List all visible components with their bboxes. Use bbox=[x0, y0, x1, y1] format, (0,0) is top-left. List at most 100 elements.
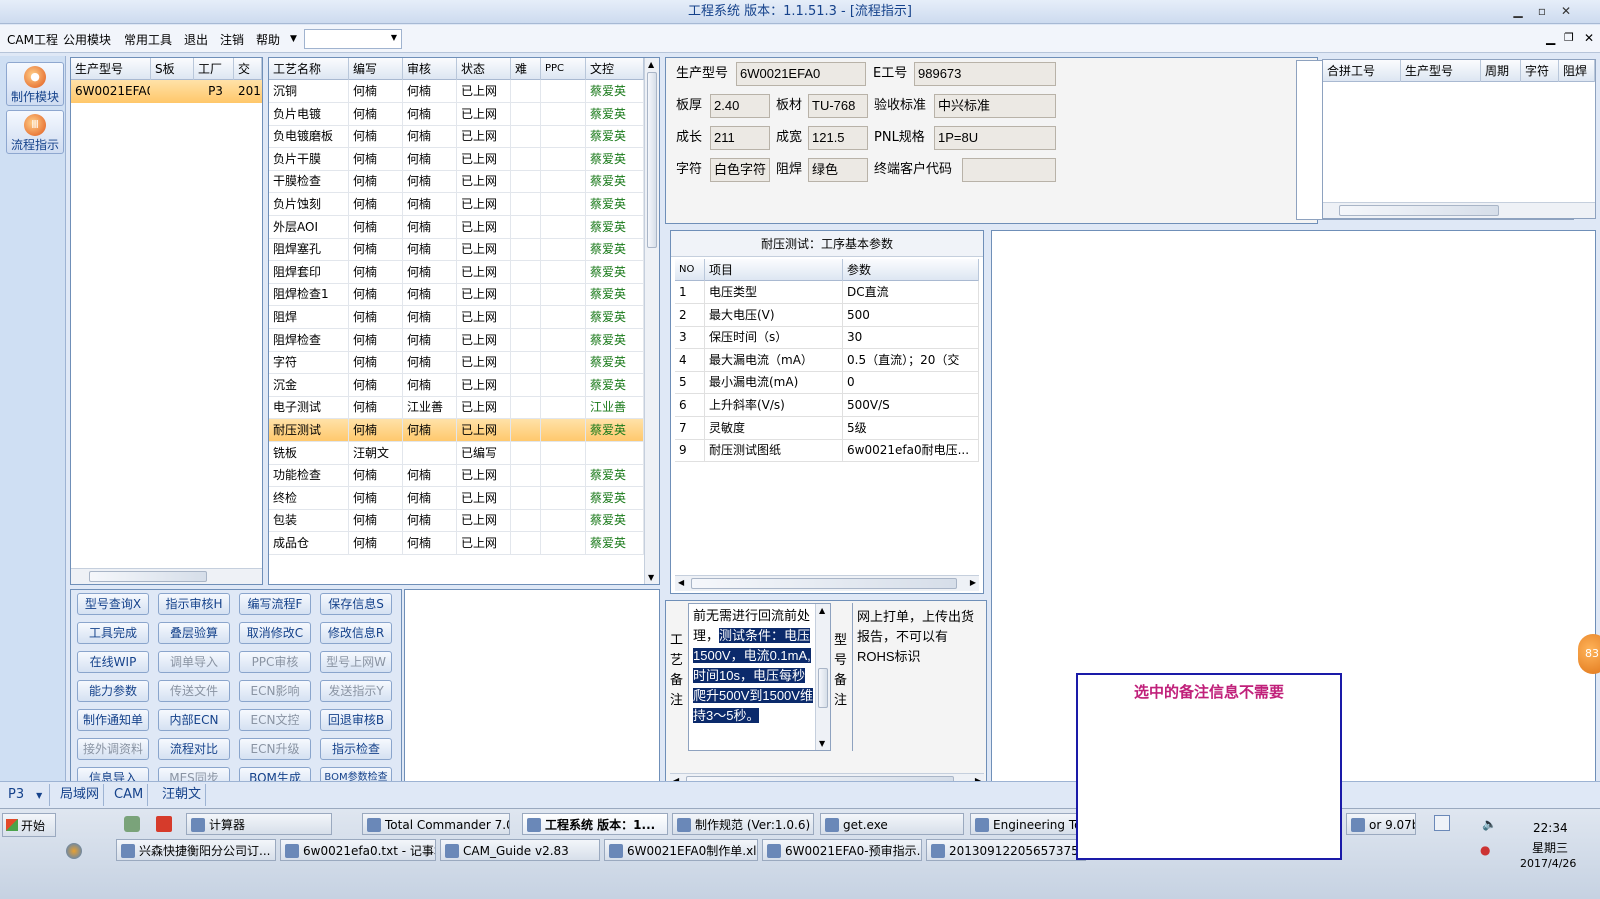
mdi-restore-icon[interactable]: ❐ bbox=[1564, 31, 1574, 44]
table-row[interactable]: 6W0021EFA0 P3 2017 bbox=[71, 80, 262, 103]
action-button[interactable]: 流程对比 bbox=[158, 738, 230, 760]
table-row[interactable]: 电子测试 何楠 江业善 已上网 江业善 bbox=[269, 396, 644, 420]
scroll-thumb[interactable] bbox=[1339, 205, 1499, 216]
column-header[interactable]: 文控 bbox=[586, 58, 644, 80]
taskbar-item[interactable]: 20130912205657375.rtf... bbox=[926, 839, 1086, 861]
action-button[interactable]: 制作通知单 bbox=[77, 709, 149, 731]
table-row[interactable]: 阻焊检查1 何楠 何楠 已上网 蔡爱英 bbox=[269, 283, 644, 307]
action-button[interactable]: 型号上网W bbox=[320, 651, 392, 673]
menu-combo[interactable]: ▼ bbox=[304, 29, 402, 49]
table-row[interactable]: 外层AOI 何楠 何楠 已上网 蔡爱英 bbox=[269, 215, 644, 239]
scroll-down-icon[interactable]: ▼ bbox=[819, 739, 825, 748]
action-button[interactable]: 发送指示Y bbox=[320, 680, 392, 702]
table-row[interactable]: 阻焊检查 何楠 何楠 已上网 蔡爱英 bbox=[269, 328, 644, 352]
action-button[interactable]: 在线WIP bbox=[77, 651, 149, 673]
table-row[interactable]: 9 耐压测试图纸 6w0021efa0耐电压... bbox=[675, 439, 979, 463]
menu-logout[interactable]: 注销 bbox=[220, 31, 244, 48]
action-button[interactable]: ECN文控 bbox=[239, 709, 311, 731]
table-row[interactable]: 3 保压时间（s） 30 bbox=[675, 326, 979, 350]
material-field[interactable]: TU-768 bbox=[808, 94, 868, 118]
model-field[interactable]: 6W0021EFA0 bbox=[736, 62, 866, 86]
width-field[interactable]: 121.5 bbox=[808, 126, 868, 150]
taskbar-item[interactable]: Engineering Toolk bbox=[970, 813, 1078, 835]
mdi-close-icon[interactable]: ✕ bbox=[1584, 31, 1594, 45]
app-icon[interactable] bbox=[66, 843, 82, 859]
tray-icon[interactable] bbox=[1434, 815, 1450, 831]
action-button[interactable]: 传送文件 bbox=[158, 680, 230, 702]
eno-field[interactable]: 989673 bbox=[914, 62, 1056, 86]
action-button[interactable]: 取消修改C bbox=[239, 622, 311, 644]
scroll-thumb[interactable] bbox=[89, 571, 207, 582]
tab-factory[interactable]: P3 ▼ bbox=[4, 784, 50, 806]
table-row[interactable]: 阻焊塞孔 何楠 何楠 已上网 蔡爱英 bbox=[269, 238, 644, 262]
menu-dropdown-icon[interactable]: ▼ bbox=[290, 34, 297, 44]
table-row[interactable]: 成品仓 何楠 何楠 已上网 蔡爱英 bbox=[269, 532, 644, 555]
table-row[interactable]: 功能检查 何楠 何楠 已上网 蔡爱英 bbox=[269, 464, 644, 488]
menu-public[interactable]: 公用模块 bbox=[63, 31, 111, 48]
taskbar-item[interactable]: 制作规范 (Ver:1.0.6) bbox=[672, 813, 814, 835]
scroll-left-icon[interactable]: ◀ bbox=[678, 578, 684, 587]
action-button[interactable]: ECN影响 bbox=[239, 680, 311, 702]
scroll-thumb[interactable] bbox=[691, 578, 957, 589]
table-row[interactable]: 阻焊套印 何楠 何楠 已上网 蔡爱英 bbox=[269, 260, 644, 284]
table-row[interactable]: 5 最小漏电流(mA) 0 bbox=[675, 371, 979, 395]
action-button[interactable]: PPC审核 bbox=[239, 651, 311, 673]
length-field[interactable]: 211 bbox=[710, 126, 770, 150]
standard-field[interactable]: 中兴标准 bbox=[934, 94, 1056, 118]
scroll-right-icon[interactable]: ▶ bbox=[970, 578, 976, 587]
table-row[interactable]: 2 最大电压(V) 500 bbox=[675, 303, 979, 327]
taskbar-item[interactable]: 6w0021efa0.txt - 记事本 bbox=[280, 839, 436, 861]
table-row[interactable]: 字符 何楠 何楠 已上网 蔡爱英 bbox=[269, 351, 644, 375]
column-header[interactable]: 参数 bbox=[843, 259, 979, 281]
column-header[interactable]: 状态 bbox=[457, 58, 511, 80]
menu-tools[interactable]: 常用工具 bbox=[124, 31, 172, 48]
table-row[interactable]: 6 上升斜率(V/s) 500V/S bbox=[675, 394, 979, 417]
table-row[interactable]: 7 灵敏度 5级 bbox=[675, 416, 979, 440]
scroll-up-icon[interactable]: ▲ bbox=[648, 60, 654, 69]
tab-lan[interactable]: 局域网 bbox=[56, 784, 105, 806]
column-header[interactable]: 编写 bbox=[349, 58, 403, 80]
table-row[interactable]: 负电镀磨板 何楠 何楠 已上网 蔡爱英 bbox=[269, 125, 644, 149]
table-row[interactable]: 耐压测试 何楠 何楠 已上网 蔡爱英 bbox=[269, 419, 644, 442]
horizontal-scrollbar[interactable] bbox=[1323, 202, 1595, 218]
taskbar-item[interactable]: 6W0021EFA0制作单.xls... bbox=[604, 839, 758, 861]
action-button[interactable]: 指示审核H bbox=[158, 593, 230, 615]
tray-app-icon[interactable]: ● bbox=[1480, 843, 1490, 857]
taskbar-item[interactable]: 6W0021EFA0-预审指示... bbox=[762, 839, 922, 861]
minimize-icon[interactable]: ▁ bbox=[1508, 2, 1528, 20]
tab-user[interactable]: 汪朝文 bbox=[158, 784, 207, 806]
mdi-minimize-icon[interactable]: ▁ bbox=[1546, 31, 1555, 45]
horizontal-scrollbar[interactable] bbox=[71, 568, 262, 584]
taskbar-item[interactable]: CAM_Guide v2.83 bbox=[440, 839, 600, 861]
taskbar-item[interactable]: or 9.07b2 ... bbox=[1346, 813, 1416, 835]
vertical-scrollbar[interactable]: ▲ ▼ bbox=[644, 58, 659, 584]
maximize-icon[interactable]: ▫ bbox=[1532, 2, 1552, 20]
action-button[interactable]: 内部ECN bbox=[158, 709, 230, 731]
pdf-icon[interactable] bbox=[156, 816, 172, 832]
action-button[interactable]: 回退审核B bbox=[320, 709, 392, 731]
table-row[interactable]: 干膜检查 何楠 何楠 已上网 蔡爱英 bbox=[269, 170, 644, 194]
action-button[interactable]: 保存信息S bbox=[320, 593, 392, 615]
action-button[interactable]: 指示检查 bbox=[320, 738, 392, 760]
table-row[interactable]: 包装 何楠 何楠 已上网 蔡爱英 bbox=[269, 509, 644, 533]
menu-exit[interactable]: 退出 bbox=[184, 31, 208, 48]
thickness-field[interactable]: 2.40 bbox=[710, 94, 770, 118]
column-header[interactable]: S板 bbox=[151, 58, 194, 80]
column-header[interactable]: 生产型号 bbox=[1401, 60, 1481, 82]
taskbar-item[interactable]: Total Commander 7.0 ... bbox=[362, 813, 510, 835]
action-button[interactable]: 能力参数 bbox=[77, 680, 149, 702]
table-row[interactable]: 沉铜 何楠 何楠 已上网 蔡爱英 bbox=[269, 80, 644, 103]
column-header[interactable]: 阻焊 bbox=[1559, 60, 1595, 82]
action-button[interactable]: 叠层验算 bbox=[158, 622, 230, 644]
model-remark-text[interactable]: 网上打单，上传出货报告，不可以有ROHS标识 bbox=[852, 603, 982, 751]
column-header[interactable]: 审核 bbox=[403, 58, 457, 80]
taskbar-item[interactable]: 计算器 bbox=[186, 813, 332, 835]
table-row[interactable]: 1 电压类型 DC直流 bbox=[675, 281, 979, 304]
horizontal-scrollbar[interactable]: ◀ ▶ bbox=[675, 575, 979, 591]
action-button[interactable]: 型号查询X bbox=[77, 593, 149, 615]
floating-badge[interactable]: 83 bbox=[1578, 634, 1600, 674]
close-icon[interactable]: ✕ bbox=[1556, 2, 1576, 20]
column-header[interactable]: 周期 bbox=[1481, 60, 1521, 82]
column-header[interactable]: 交货 bbox=[234, 58, 262, 98]
column-header[interactable]: 生产型号 bbox=[71, 58, 151, 80]
